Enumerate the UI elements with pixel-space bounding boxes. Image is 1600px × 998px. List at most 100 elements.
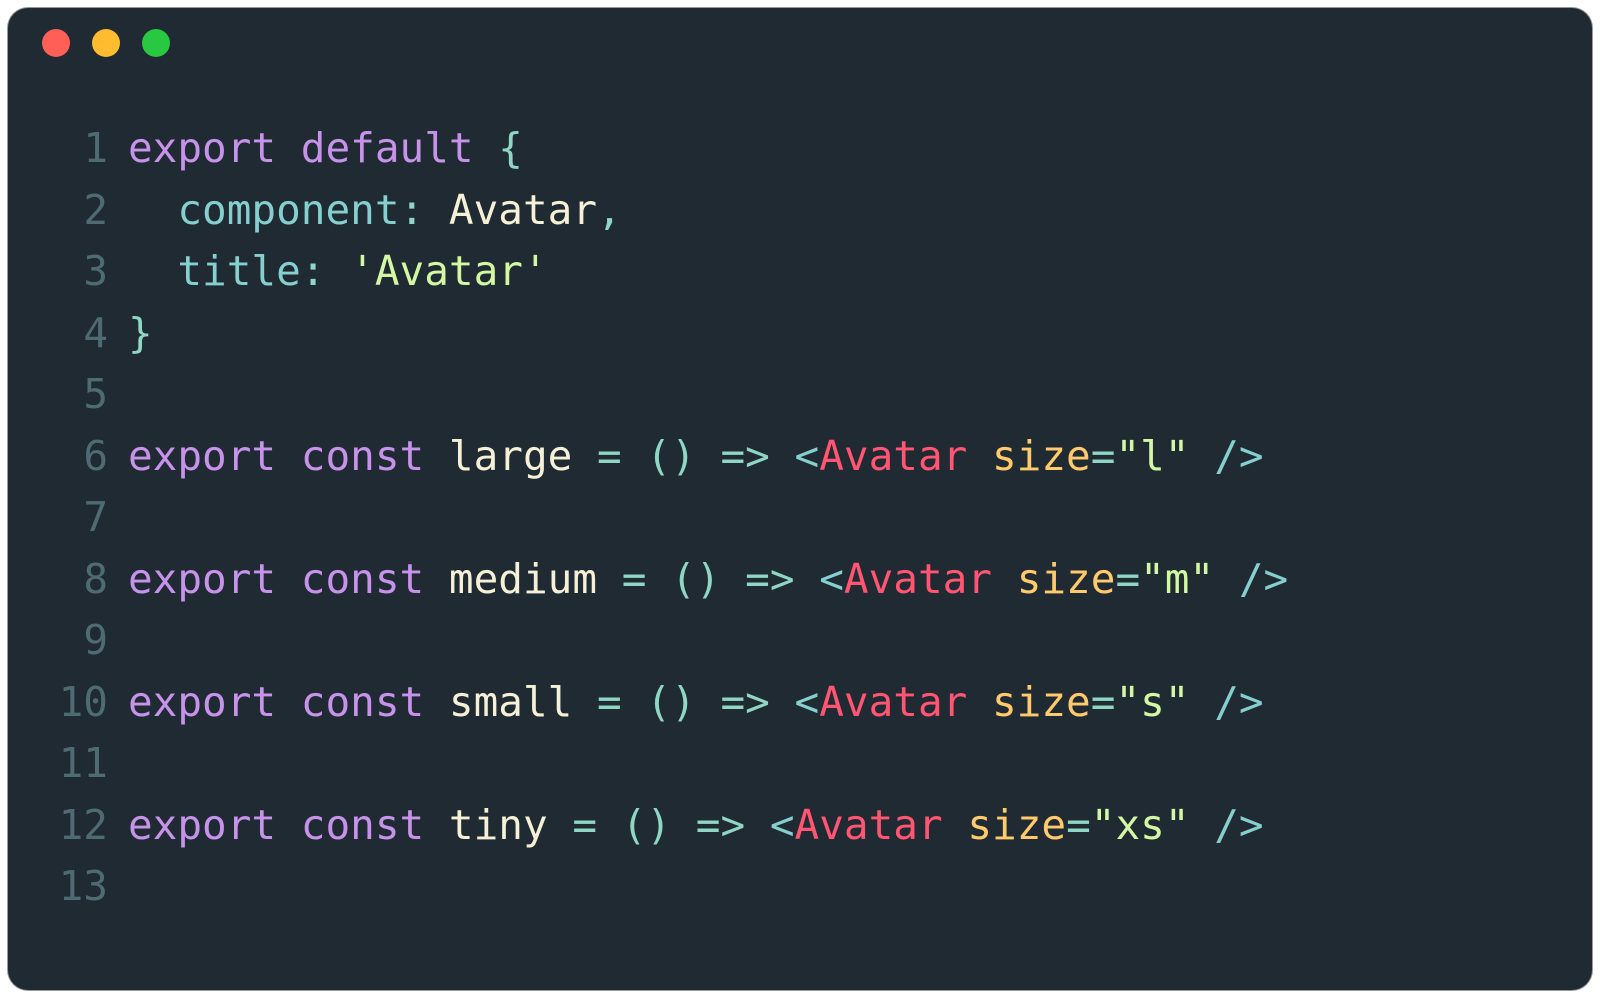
line-number: 1 (8, 118, 128, 180)
arrow: => (745, 555, 794, 603)
code-content (128, 733, 1592, 795)
colon: : (400, 186, 425, 234)
code-line: 11 (8, 733, 1592, 795)
code-line: 13 (8, 856, 1592, 918)
keyword-export: export (128, 801, 276, 849)
line-number: 5 (8, 364, 128, 426)
titlebar (8, 8, 1592, 78)
code-area[interactable]: 1 export default { 2 component: Avatar, … (8, 78, 1592, 918)
line-number: 13 (8, 856, 128, 918)
equals: = (597, 432, 622, 480)
indent (128, 186, 177, 234)
parens: () (646, 432, 695, 480)
string-literal: "m" (1140, 555, 1214, 603)
code-line: 5 (8, 364, 1592, 426)
arrow: => (720, 432, 769, 480)
line-number: 4 (8, 303, 128, 365)
code-content: export const tiny = () => <Avatar size="… (128, 795, 1592, 857)
zoom-icon[interactable] (142, 29, 170, 57)
code-line: 3 title: 'Avatar' (8, 241, 1592, 303)
code-content (128, 856, 1592, 918)
keyword-export: export (128, 678, 276, 726)
keyword-const: const (301, 801, 424, 849)
jsx-attr: size (1017, 555, 1116, 603)
jsx-attr: size (992, 432, 1091, 480)
jsx-close: /> (1214, 801, 1263, 849)
string-literal: "s" (1115, 678, 1189, 726)
code-content: title: 'Avatar' (128, 241, 1592, 303)
code-window: 1 export default { 2 component: Avatar, … (8, 8, 1592, 990)
line-number: 11 (8, 733, 128, 795)
code-content (128, 364, 1592, 426)
identifier: medium (449, 555, 597, 603)
line-number: 9 (8, 610, 128, 672)
line-number: 6 (8, 426, 128, 488)
keyword-const: const (301, 555, 424, 603)
jsx-tag: Avatar (844, 555, 992, 603)
object-key: component (177, 186, 399, 234)
jsx-tag: Avatar (819, 432, 967, 480)
string-literal: "l" (1115, 432, 1189, 480)
brace-close: } (128, 309, 153, 357)
arrow: => (696, 801, 745, 849)
equals: = (597, 678, 622, 726)
code-line: 1 export default { (8, 118, 1592, 180)
jsx-open-angle: < (795, 678, 820, 726)
identifier: Avatar (449, 186, 597, 234)
code-line: 2 component: Avatar, (8, 180, 1592, 242)
brace-open: { (498, 124, 523, 172)
identifier: small (449, 678, 572, 726)
keyword-export: export (128, 555, 276, 603)
jsx-open-angle: < (770, 801, 795, 849)
keyword-const: const (301, 678, 424, 726)
close-icon[interactable] (42, 29, 70, 57)
code-line: 8 export const medium = () => <Avatar si… (8, 549, 1592, 611)
code-line: 6 export const large = () => <Avatar siz… (8, 426, 1592, 488)
minimize-icon[interactable] (92, 29, 120, 57)
line-number: 8 (8, 549, 128, 611)
jsx-tag: Avatar (819, 678, 967, 726)
line-number: 3 (8, 241, 128, 303)
string-literal: 'Avatar' (350, 247, 547, 295)
equals: = (1091, 432, 1116, 480)
code-content (128, 610, 1592, 672)
code-content: export const large = () => <Avatar size=… (128, 426, 1592, 488)
line-number: 2 (8, 180, 128, 242)
jsx-attr: size (992, 678, 1091, 726)
jsx-attr: size (967, 801, 1066, 849)
keyword-default: default (301, 124, 474, 172)
comma: , (597, 186, 622, 234)
identifier: large (449, 432, 572, 480)
code-content (128, 487, 1592, 549)
jsx-close: /> (1214, 432, 1263, 480)
code-content: export default { (128, 118, 1592, 180)
keyword-export: export (128, 432, 276, 480)
string-literal: "xs" (1091, 801, 1190, 849)
identifier: tiny (449, 801, 548, 849)
line-number: 10 (8, 672, 128, 734)
equals: = (1091, 678, 1116, 726)
code-content: export const small = () => <Avatar size=… (128, 672, 1592, 734)
code-line: 9 (8, 610, 1592, 672)
jsx-open-angle: < (819, 555, 844, 603)
parens: () (671, 555, 720, 603)
keyword-const: const (301, 432, 424, 480)
equals: = (1066, 801, 1091, 849)
code-content: export const medium = () => <Avatar size… (128, 549, 1592, 611)
equals: = (1115, 555, 1140, 603)
code-line: 7 (8, 487, 1592, 549)
code-content: component: Avatar, (128, 180, 1592, 242)
keyword-export: export (128, 124, 276, 172)
jsx-open-angle: < (795, 432, 820, 480)
arrow: => (720, 678, 769, 726)
indent (128, 247, 177, 295)
line-number: 12 (8, 795, 128, 857)
object-key: title (177, 247, 300, 295)
equals: = (572, 801, 597, 849)
line-number: 7 (8, 487, 128, 549)
code-line: 10 export const small = () => <Avatar si… (8, 672, 1592, 734)
colon: : (301, 247, 326, 295)
jsx-tag: Avatar (795, 801, 943, 849)
parens: () (646, 678, 695, 726)
jsx-close: /> (1239, 555, 1288, 603)
